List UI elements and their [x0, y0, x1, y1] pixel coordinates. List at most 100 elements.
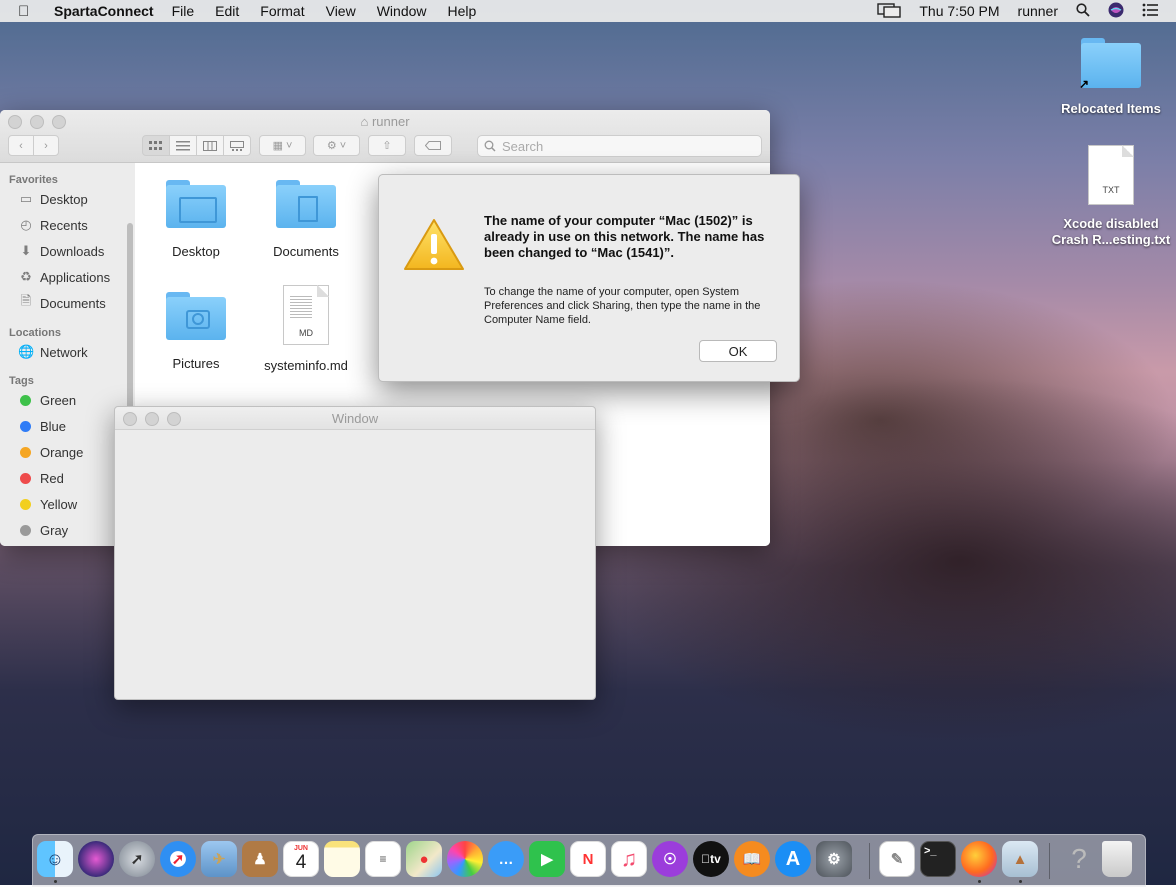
apple-menu-icon[interactable]:  [18, 3, 38, 20]
dock-finder-icon[interactable]: ☺ [37, 841, 73, 877]
markdown-file-icon: MD [283, 285, 329, 345]
file-item-documents[interactable]: Documents [251, 180, 361, 259]
sidebar-header-locations: Locations [9, 327, 61, 339]
dock-system-preferences-icon[interactable]: ⚙ [816, 841, 852, 877]
dock-separator [1049, 843, 1050, 879]
dock-news-icon[interactable]: N [570, 841, 606, 877]
display-mirroring-icon[interactable] [877, 2, 902, 21]
sidebar-item-desktop[interactable]: ▭ Desktop [0, 186, 135, 212]
window-title-text: runner [371, 114, 410, 129]
dock-reminders-icon[interactable]: ≡ [365, 841, 401, 877]
dock-music-icon[interactable]: ♫ [611, 841, 647, 877]
file-item-pictures[interactable]: Pictures [141, 292, 251, 371]
dock-textedit-icon[interactable]: ✎ [879, 841, 915, 877]
menu-edit[interactable]: Edit [215, 3, 239, 19]
dock-contacts-icon[interactable]: ♟ [242, 841, 278, 877]
dock-siri-icon[interactable] [78, 841, 114, 877]
calendar-day: 4 [295, 852, 307, 873]
running-indicator [978, 880, 981, 883]
group-by-button[interactable]: ▦ ˅ [259, 135, 306, 156]
dock-facetime-icon[interactable]: ▶ [529, 841, 565, 877]
window-title: ⌂ runner [0, 114, 770, 129]
empty-window: Window [114, 406, 596, 700]
folder-icon [276, 180, 336, 228]
file-name: Documents [273, 244, 339, 259]
dock-archive-utility-icon[interactable]: ▲ [1002, 841, 1038, 877]
sidebar-item-label: Network [40, 344, 88, 360]
red-tag-dot-icon [20, 472, 31, 484]
dock-terminal-icon[interactable]: >_ [920, 841, 956, 877]
dock-safari-icon[interactable]: ➚ [160, 841, 196, 877]
tag-label: Gray [40, 522, 69, 538]
desktop-item-relocated-items[interactable]: ↗ Relocated Items [1058, 38, 1164, 117]
dock-launchpad-icon[interactable]: ➚ [119, 841, 155, 877]
spotlight-search-icon[interactable] [1076, 2, 1090, 20]
app-menu[interactable]: SpartaConnect [54, 3, 154, 19]
sidebar-item-recents[interactable]: ◴ Recents [0, 212, 135, 238]
dock-help-icon[interactable]: ? [1061, 841, 1097, 877]
desktop-item-txt-file[interactable]: TXT Xcode disabled Crash R...esting.txt [1048, 145, 1174, 248]
back-button[interactable]: ‹ [8, 135, 34, 156]
search-input[interactable]: Search [477, 135, 762, 157]
menu-bar:  SpartaConnect File Edit Format View Wi… [0, 0, 1176, 22]
dock-messages-icon[interactable]: … [488, 841, 524, 877]
window-title: Window [331, 411, 379, 426]
finder-toolbar: ⌂ runner ‹ › ▦ ˅ ⚙ ˅ ⇧ Search [0, 110, 770, 163]
folder-icon [166, 292, 226, 340]
dock-books-icon[interactable]: 📖 [734, 841, 770, 877]
dock-preview-icon[interactable]: ✈ [201, 841, 237, 877]
home-icon: ⌂ [360, 114, 369, 129]
file-item-systeminfo[interactable]: MD systeminfo.md [251, 285, 361, 373]
dock-trash-icon[interactable] [1102, 841, 1132, 877]
tag-label: Green [40, 392, 77, 408]
desktop-item-label: Xcode disabled [1063, 216, 1159, 231]
share-icon[interactable]: ⇧ [368, 135, 406, 156]
text-document-icon: TXT [1088, 145, 1134, 205]
notification-center-icon[interactable] [1142, 3, 1158, 20]
sidebar-item-label: Recents [40, 217, 88, 233]
alert-dialog: The name of your computer “Mac (1502)” i… [378, 174, 800, 382]
menu-view[interactable]: View [326, 3, 356, 19]
menu-format[interactable]: Format [260, 3, 304, 19]
file-name: Pictures [172, 356, 220, 371]
menu-file[interactable]: File [172, 3, 195, 19]
dock-maps-icon[interactable]: ● [406, 841, 442, 877]
menubar-user[interactable]: runner [1018, 3, 1058, 19]
running-indicator [54, 880, 57, 883]
forward-button[interactable]: › [33, 135, 59, 156]
sidebar-item-label: Downloads [40, 243, 105, 259]
warning-icon [403, 218, 465, 275]
sidebar-item-documents[interactable]: 🗎 Documents [0, 290, 135, 316]
desktop-item-label: Crash R...esting.txt [1051, 232, 1171, 247]
sidebar-item-label: Desktop [40, 191, 88, 207]
menu-window[interactable]: Window [377, 3, 427, 19]
dock-notes-icon[interactable] [324, 841, 360, 877]
file-item-desktop[interactable]: Desktop [141, 180, 251, 259]
search-icon [484, 140, 496, 152]
dock-firefox-icon[interactable] [961, 841, 997, 877]
sidebar-item-applications[interactable]: ♻ Applications [0, 264, 135, 290]
globe-icon: 🌐 [18, 344, 35, 359]
dock-photos-icon[interactable] [447, 841, 483, 877]
sidebar-header-favorites: Favorites [9, 174, 58, 186]
list-view-button[interactable] [169, 135, 197, 156]
menu-help[interactable]: Help [448, 3, 477, 19]
dock-calendar-icon[interactable]: JUN 4 [283, 841, 319, 877]
orange-tag-dot-icon [20, 446, 31, 458]
siri-icon[interactable] [1108, 2, 1124, 21]
icon-view-button[interactable] [142, 135, 170, 156]
tag-icon[interactable] [414, 135, 452, 156]
menubar-clock[interactable]: Thu 7:50 PM [919, 3, 999, 19]
tag-label: Orange [40, 444, 84, 460]
sidebar-item-network[interactable]: 🌐 Network [0, 339, 135, 365]
sidebar-item-downloads[interactable]: ⬇ Downloads [0, 238, 135, 264]
dock-podcasts-icon[interactable]: ☉ [652, 841, 688, 877]
folder-icon [166, 180, 226, 228]
action-gear-icon[interactable]: ⚙ ˅ [313, 135, 360, 156]
dock-tv-icon[interactable]: tv [693, 841, 729, 877]
column-view-button[interactable] [196, 135, 224, 156]
desktop-icon: ▭ [19, 191, 33, 206]
gallery-view-button[interactable] [223, 135, 251, 156]
dock-app-store-icon[interactable]: A [775, 841, 811, 877]
ok-button[interactable]: OK [699, 340, 777, 362]
